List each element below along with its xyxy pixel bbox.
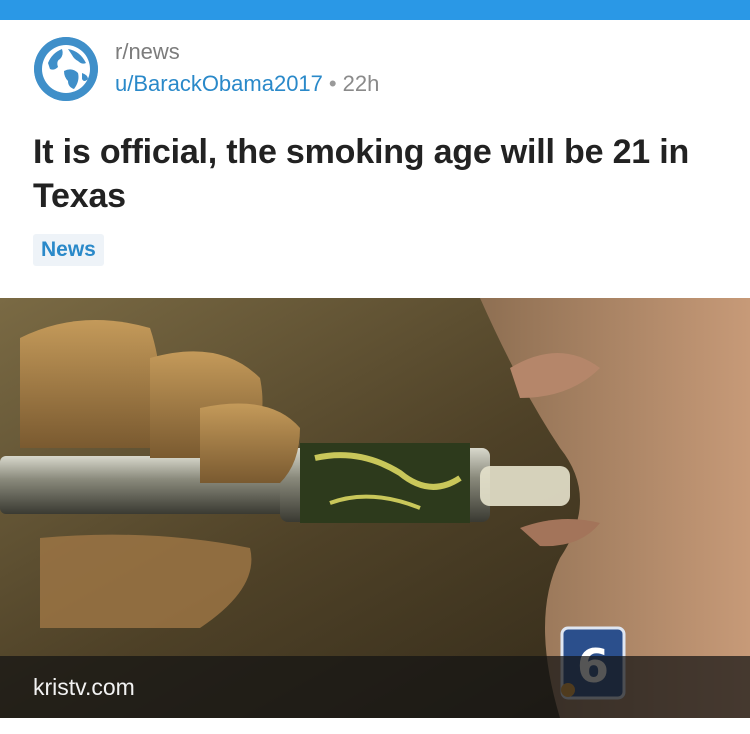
subreddit-name[interactable]: r/news [115, 39, 180, 65]
post-flair[interactable]: News [33, 234, 104, 266]
meta-separator: • [328, 71, 337, 96]
preview-caption: kristv.com [0, 656, 750, 718]
link-preview[interactable]: 6 kristv.com [0, 298, 750, 718]
status-bar [0, 0, 750, 20]
preview-image: 6 [0, 298, 750, 718]
post-header: r/news u/BarackObama2017 • 22h It is offic… [0, 20, 750, 298]
author-link[interactable]: u/BarackObama2017 [115, 71, 323, 96]
post-meta: u/BarackObama2017 • 22h [115, 71, 379, 97]
post-title[interactable]: It is official, the smoking age will be … [33, 130, 723, 218]
link-domain[interactable]: kristv.com [33, 672, 135, 702]
globe-icon [34, 37, 98, 101]
subreddit-avatar[interactable] [34, 37, 98, 101]
post-age: 22h [342, 71, 380, 96]
bottom-strip [0, 718, 750, 734]
